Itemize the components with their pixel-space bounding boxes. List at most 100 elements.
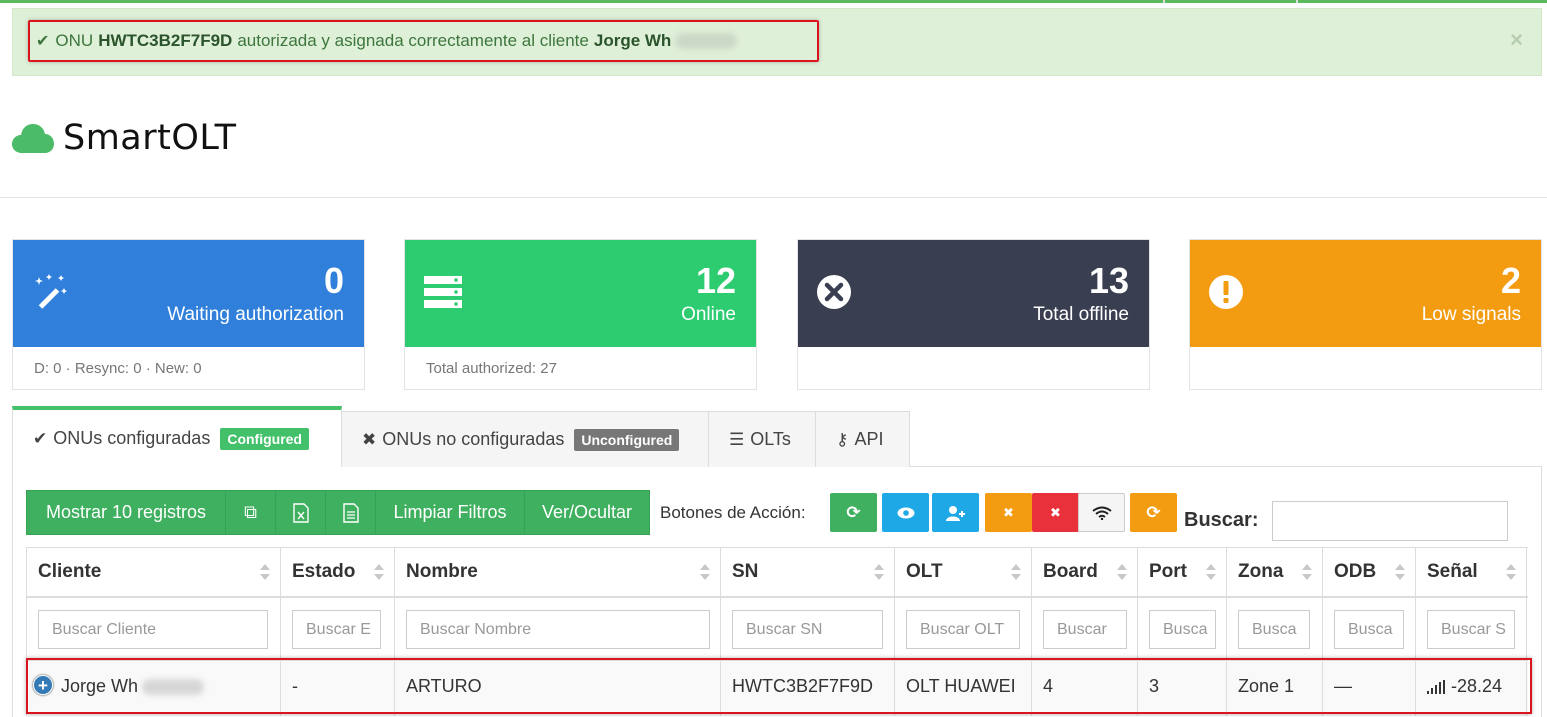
- clear-filters-button[interactable]: Limpiar Filtros: [375, 490, 525, 535]
- deauthorize-button[interactable]: ✖: [985, 493, 1032, 532]
- filter-board-input[interactable]: [1043, 610, 1127, 649]
- card-value: 13: [1088, 260, 1129, 301]
- tab-onus-no-configuradas[interactable]: ✖ ONUs no configuradas Unconfigured: [341, 411, 709, 467]
- signal-bars-icon: [1427, 680, 1447, 695]
- card-footer: [1190, 347, 1541, 390]
- add-user-icon: [945, 505, 965, 521]
- column-header-odb[interactable]: ODB: [1322, 548, 1415, 597]
- cell-nombre: ARTURO: [394, 661, 720, 716]
- text-file-icon: [342, 502, 359, 523]
- card-total-offline[interactable]: 13 Total offline: [797, 239, 1150, 390]
- card-label: Low signals: [1421, 304, 1521, 325]
- resync-button[interactable]: ⟳: [1130, 493, 1177, 532]
- card-value: 12: [695, 260, 736, 301]
- csv-button[interactable]: [325, 490, 376, 535]
- filter-estado-input[interactable]: [292, 610, 381, 649]
- card-low-signals[interactable]: 2 Low signals: [1189, 239, 1542, 390]
- delete-button[interactable]: ✖: [1032, 493, 1079, 532]
- brand-logo[interactable]: SmartOLT: [12, 118, 236, 158]
- wifi-icon: [1091, 506, 1112, 520]
- excel-file-icon: [292, 502, 309, 523]
- exclamation-circle-icon: [1209, 275, 1243, 309]
- cloud-icon: [12, 124, 54, 153]
- filter-nombre-input[interactable]: [406, 610, 710, 649]
- sort-icon: [1206, 564, 1216, 582]
- column-header-port[interactable]: Port: [1137, 548, 1226, 597]
- close-circle-icon: [817, 275, 851, 309]
- tab-olts[interactable]: ☰ OLTs: [708, 411, 816, 467]
- copy-button[interactable]: ⧉: [225, 490, 276, 535]
- actions-label: Botones de Acción:: [660, 503, 806, 522]
- column-header-board[interactable]: Board: [1031, 548, 1137, 597]
- close-icon[interactable]: ×: [1510, 27, 1523, 53]
- sort-icon: [260, 564, 270, 582]
- server-icon: [424, 276, 462, 308]
- alert-message: ✔ ONU HWTC3B2F7F9D autorizada y asignada…: [28, 20, 819, 62]
- table-row[interactable]: + Jorge Wh - ARTURO HWTC3B2F7F9D OLT HUAW…: [26, 661, 1528, 716]
- redacted-text: [675, 33, 738, 49]
- wifi-button[interactable]: [1078, 493, 1125, 532]
- server-icon: ☰: [729, 429, 745, 449]
- show-records-button[interactable]: Mostrar 10 registros: [26, 490, 226, 535]
- card-label: Total offline: [1033, 304, 1129, 325]
- refresh-button[interactable]: ⟳: [830, 493, 877, 532]
- column-header-nombre[interactable]: Nombre: [394, 548, 720, 597]
- column-header-zona[interactable]: Zona: [1226, 548, 1322, 597]
- sort-icon: [1506, 564, 1516, 582]
- filter-olt-input[interactable]: [906, 610, 1020, 649]
- add-user-button[interactable]: [932, 493, 979, 532]
- cell-olt: OLT HUAWEI: [894, 661, 1031, 716]
- excel-button[interactable]: [275, 490, 326, 535]
- expand-row-icon[interactable]: +: [33, 675, 53, 696]
- column-header-olt[interactable]: OLT: [894, 548, 1031, 597]
- times-icon: ✖: [1003, 504, 1014, 520]
- search-label: Buscar:: [1184, 509, 1259, 531]
- card-waiting-authorization[interactable]: 0 Waiting authorization D: 0 · Resync: 0…: [12, 239, 365, 390]
- search-input[interactable]: [1272, 501, 1508, 541]
- card-label: Waiting authorization: [167, 304, 344, 325]
- column-header-cliente[interactable]: Cliente: [26, 548, 280, 597]
- column-header-senal[interactable]: Señal: [1415, 548, 1527, 597]
- sort-icon: [1011, 564, 1021, 582]
- filter-senal-input[interactable]: [1427, 610, 1515, 649]
- filter-odb-input[interactable]: [1334, 610, 1404, 649]
- card-value: 2: [1500, 260, 1521, 301]
- cell-odb: —: [1322, 661, 1415, 716]
- refresh-icon: ⟳: [1146, 502, 1161, 522]
- cell-zona: Zone 1: [1226, 661, 1322, 716]
- filter-port-input[interactable]: [1149, 610, 1216, 649]
- sort-icon: [700, 564, 710, 582]
- column-header-sn[interactable]: SN: [720, 548, 894, 597]
- table-filter-row: [26, 598, 1528, 661]
- card-footer: D: 0 · Resync: 0 · New: 0: [34, 360, 202, 377]
- filter-zona-input[interactable]: [1238, 610, 1310, 649]
- sort-icon: [1395, 564, 1405, 582]
- alert-client: Jorge Wh: [593, 31, 672, 50]
- export-button-group: Mostrar 10 registros ⧉ Limpiar Filtros V…: [26, 490, 650, 535]
- tab-api[interactable]: ⚷ API: [815, 411, 910, 467]
- tabs-bar: ✔ ONUs configuradas Configured ✖ ONUs no…: [12, 406, 910, 467]
- refresh-icon: ⟳: [846, 502, 861, 522]
- cell-cliente: + Jorge Wh: [26, 661, 280, 716]
- redacted-text: [142, 679, 205, 696]
- top-progress-line: [0, 0, 1547, 3]
- filter-sn-input[interactable]: [732, 610, 883, 649]
- view-button[interactable]: [882, 493, 929, 532]
- cell-estado: -: [280, 661, 394, 716]
- cell-senal: -28.24: [1415, 661, 1527, 716]
- filter-cliente-input[interactable]: [38, 610, 268, 649]
- eye-icon: [897, 507, 914, 518]
- column-header-estado[interactable]: Estado: [280, 548, 394, 597]
- sort-icon: [374, 564, 384, 582]
- check-icon: ✔: [33, 428, 48, 448]
- magic-wand-icon: [35, 274, 67, 309]
- brand-title: SmartOLT: [63, 118, 237, 158]
- badge-configured: Configured: [220, 427, 309, 450]
- key-icon: ⚷: [836, 429, 849, 449]
- cell-port: 3: [1137, 661, 1226, 716]
- card-online[interactable]: 12 Online Total authorized: 27: [404, 239, 757, 390]
- toggle-columns-button[interactable]: Ver/Ocultar: [524, 490, 650, 535]
- sort-icon: [1302, 564, 1312, 582]
- card-label: Online: [681, 304, 736, 325]
- tab-onus-configuradas[interactable]: ✔ ONUs configuradas Configured: [12, 406, 342, 467]
